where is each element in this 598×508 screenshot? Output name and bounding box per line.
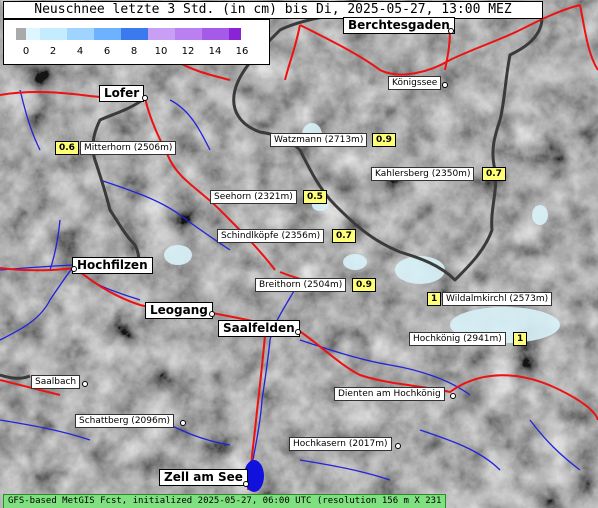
legend-swatch bbox=[148, 28, 175, 40]
legend-swatch bbox=[202, 28, 229, 40]
peak-kahlersberg[interactable]: Kahlersberg (2350m) bbox=[371, 167, 475, 181]
snow-value: 0.6 bbox=[55, 141, 79, 155]
place-schattberg[interactable]: Schattberg (2096m) bbox=[75, 414, 174, 428]
legend-ticks: 0 2 4 6 8 10 12 14 16 bbox=[4, 46, 269, 58]
legend-swatch bbox=[26, 28, 40, 40]
place-saalbach[interactable]: Saalbach bbox=[31, 375, 81, 389]
town-zell-am-see[interactable]: Zell am See bbox=[159, 469, 248, 486]
snow-value: 0.9 bbox=[352, 278, 376, 292]
snow-value: 1 bbox=[427, 292, 442, 306]
terrain-layer bbox=[0, 0, 598, 508]
place-marker bbox=[82, 381, 88, 387]
town-berchtesgaden[interactable]: Berchtesgaden bbox=[343, 17, 455, 34]
legend-tick: 4 bbox=[76, 46, 84, 57]
town-marker bbox=[142, 95, 148, 101]
snow-value: 0.7 bbox=[332, 229, 356, 243]
legend-tick: 14 bbox=[208, 46, 222, 57]
legend-color-bar bbox=[16, 28, 241, 40]
map-title: Neuschnee letzte 3 Std. (in cm) bis Di, … bbox=[3, 1, 543, 19]
town-marker bbox=[295, 329, 301, 335]
place-hochkasern[interactable]: Hochkasern (2017m) bbox=[289, 437, 392, 451]
legend-swatch bbox=[67, 28, 94, 40]
snow-value: 1 bbox=[513, 332, 528, 346]
place-marker bbox=[395, 443, 401, 449]
legend-swatch bbox=[175, 28, 202, 40]
legend-tick: 0 bbox=[22, 46, 30, 57]
place-dienten[interactable]: Dienten am Hochkönig bbox=[334, 387, 445, 401]
peak-breithorn[interactable]: Breithorn (2504m) bbox=[255, 278, 347, 292]
legend-tick: 16 bbox=[235, 46, 249, 57]
peak-wildalmkirchl[interactable]: Wildalmkirchl (2573m) bbox=[442, 292, 553, 306]
town-marker bbox=[71, 266, 77, 272]
legend-swatch bbox=[16, 28, 26, 40]
legend-swatch bbox=[40, 28, 67, 40]
legend-swatch bbox=[94, 28, 121, 40]
snow-value: 0.7 bbox=[482, 167, 506, 181]
legend-swatch bbox=[229, 28, 241, 40]
snow-map: Neuschnee letzte 3 Std. (in cm) bis Di, … bbox=[0, 0, 598, 508]
peak-hochkoenig[interactable]: Hochkönig (2941m) bbox=[409, 332, 506, 346]
town-leogang[interactable]: Leogang bbox=[145, 302, 213, 319]
snow-value: 0.9 bbox=[372, 133, 396, 147]
legend-tick: 2 bbox=[49, 46, 57, 57]
town-marker bbox=[209, 311, 215, 317]
place-koenigssee[interactable]: Königssee bbox=[388, 76, 442, 90]
legend-tick: 6 bbox=[103, 46, 111, 57]
town-marker bbox=[243, 481, 249, 487]
town-lofer[interactable]: Lofer bbox=[99, 85, 145, 102]
forecast-footer: GFS-based MetGIS Fcst, initialized 2025-… bbox=[3, 494, 446, 508]
legend-tick: 8 bbox=[130, 46, 138, 57]
peak-watzmann[interactable]: Watzmann (2713m) bbox=[270, 133, 368, 147]
peak-mitterhorn[interactable]: Mitterhorn (2506m) bbox=[80, 141, 177, 155]
peak-seehorn[interactable]: Seehorn (2321m) bbox=[210, 190, 297, 204]
place-marker bbox=[180, 420, 186, 426]
legend-tick: 10 bbox=[154, 46, 168, 57]
legend-tick: 12 bbox=[181, 46, 195, 57]
snow-value: 0.5 bbox=[303, 190, 327, 204]
town-marker bbox=[448, 28, 454, 34]
place-marker bbox=[442, 82, 448, 88]
peak-schindlkoepfe[interactable]: Schindlköpfe (2356m) bbox=[217, 229, 325, 243]
place-marker bbox=[450, 393, 456, 399]
legend: 0 2 4 6 8 10 12 14 16 bbox=[3, 19, 270, 65]
town-saalfelden[interactable]: Saalfelden bbox=[218, 320, 300, 337]
legend-swatch bbox=[121, 28, 148, 40]
town-hochfilzen[interactable]: Hochfilzen bbox=[72, 257, 153, 274]
